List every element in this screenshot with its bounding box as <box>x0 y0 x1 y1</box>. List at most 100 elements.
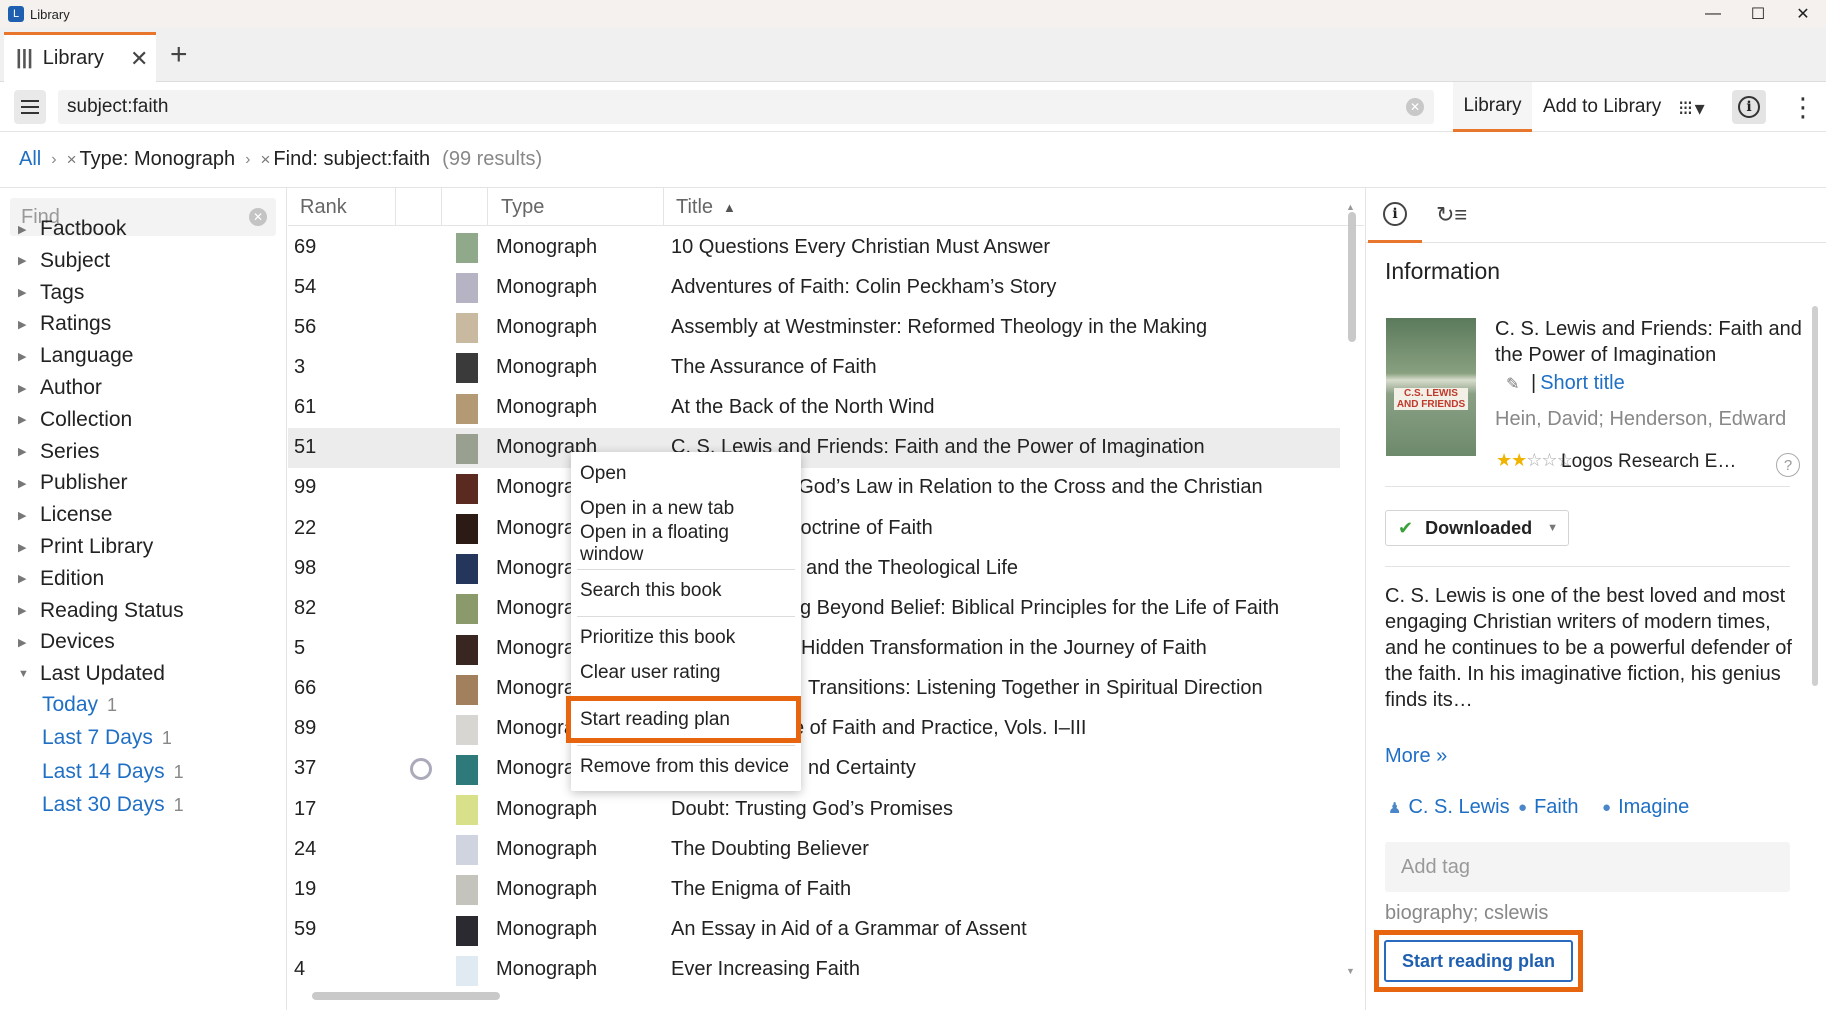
close-tab-icon[interactable]: ✕ <box>130 46 148 72</box>
last-updated-option[interactable]: Last 14 Days 1 <box>42 760 184 784</box>
pencil-edit-icon[interactable]: ✎ <box>1506 374 1519 394</box>
book-cover-image[interactable]: C.S. LEWIS AND FRIENDS <box>1386 318 1476 456</box>
table-row[interactable]: 69 Monograph 10 Questions Every Christian … <box>288 227 1340 267</box>
star-icon[interactable]: ★ <box>1511 450 1527 470</box>
menu-item-open[interactable]: Open <box>577 458 795 490</box>
more-link[interactable]: More » <box>1385 745 1447 768</box>
hamburger-menu-button[interactable] <box>14 90 46 124</box>
facet-collection[interactable]: ▶ Collection <box>0 405 132 435</box>
table-row[interactable]: 56 Monograph Assembly at Westminster: Refo… <box>288 307 1340 347</box>
menu-item-prioritize[interactable]: Prioritize this book <box>577 622 795 654</box>
column-header-title[interactable]: Title ▲ <box>664 188 844 226</box>
facet-edition[interactable]: ▶ Edition <box>0 564 104 594</box>
table-row[interactable]: 54 Monograph Adventures of Faith: Colin Pe… <box>288 267 1340 307</box>
table-row[interactable]: 17 Monograph Doubt: Trusting God’s Promise… <box>288 789 1340 829</box>
table-row[interactable]: 4 Monograph Ever Increasing Faith <box>288 950 1340 990</box>
facet-reading-status[interactable]: ▶ Reading Status <box>0 596 184 626</box>
facet-subject[interactable]: ▶ Subject <box>0 246 110 276</box>
star-icon[interactable]: ☆ <box>1541 450 1557 470</box>
table-row[interactable]: 24 Monograph The Doubting Believer <box>288 829 1340 869</box>
breadcrumb-find[interactable]: Find: subject:faith <box>273 148 430 171</box>
cell-rank: 56 <box>294 315 317 338</box>
book-cover-thumbnail <box>456 594 478 625</box>
table-row[interactable]: 37 Monograph nd Certainty <box>288 749 1340 789</box>
book-cover-thumbnail <box>456 754 478 785</box>
table-row[interactable]: 82 Monograph g Beyond Belief: Biblical Pri… <box>288 588 1340 628</box>
star-icon[interactable]: ★ <box>1496 450 1512 470</box>
table-row[interactable]: 61 Monograph At the Back of the North Wind <box>288 388 1340 428</box>
facet-factbook[interactable]: ▶ Factbook <box>0 214 126 244</box>
column-header-blank1[interactable] <box>396 188 442 226</box>
table-row[interactable]: 66 Monograph Transitions: Listening Togeth… <box>288 669 1340 709</box>
tab-library[interactable]: ||| Library ✕ <box>4 32 156 82</box>
table-row[interactable]: 3 Monograph The Assurance of Faith <box>288 347 1340 387</box>
book-cover-thumbnail <box>456 835 478 866</box>
tab-library-view[interactable]: Library <box>1453 82 1532 132</box>
breadcrumb-type[interactable]: Type: Monograph <box>80 148 236 171</box>
table-row[interactable]: 89 Monograph e of Faith and Practice, Vols… <box>288 709 1340 749</box>
menu-item-search-book[interactable]: Search this book <box>577 575 795 607</box>
info-panel-scrollbar[interactable] <box>1812 306 1818 686</box>
facet-label: Publisher <box>40 471 128 495</box>
triangle-right-icon: ▶ <box>18 477 27 490</box>
more-options-icon[interactable]: ⋮ <box>1790 94 1816 120</box>
menu-item-clear-rating[interactable]: Clear user rating <box>577 657 795 689</box>
short-title-link[interactable]: | Short title <box>1531 372 1625 395</box>
table-row[interactable]: 99 Monograph d: God’s Law in Relation to t… <box>288 468 1340 508</box>
table-vertical-scrollbar[interactable] <box>1348 212 1356 342</box>
facet-language[interactable]: ▶ Language <box>0 341 133 371</box>
last-updated-option[interactable]: Today 1 <box>42 693 117 717</box>
facet-publisher[interactable]: ▶ Publisher <box>0 468 128 498</box>
scroll-down-icon[interactable]: ▼ <box>1346 966 1355 976</box>
breadcrumb-all[interactable]: All <box>19 148 41 171</box>
tab-information[interactable]: i <box>1368 188 1422 243</box>
column-header-cover[interactable] <box>442 188 488 226</box>
topic-faith-link[interactable]: ● Faith <box>1518 796 1579 819</box>
remove-filter-icon[interactable]: × <box>260 150 270 170</box>
add-tag-input[interactable]: Add tag <box>1385 842 1790 892</box>
facet-series[interactable]: ▶ Series <box>0 437 100 467</box>
facet-ratings[interactable]: ▶ Ratings <box>0 309 111 339</box>
remove-filter-icon[interactable]: × <box>67 150 77 170</box>
menu-item-open-floating[interactable]: Open in a floating window <box>577 522 795 565</box>
minimize-button[interactable]: — <box>1690 0 1736 28</box>
table-row[interactable]: 22 Monograph Doctrine of Faith <box>288 508 1340 548</box>
new-tab-button[interactable]: + <box>170 38 188 72</box>
last-updated-option[interactable]: Last 30 Days 1 <box>42 793 184 817</box>
facet-author[interactable]: ▶ Author <box>0 373 102 403</box>
table-row[interactable]: 51 Monograph C. S. Lewis and Friends: Fait… <box>288 427 1340 468</box>
tab-add-to-library[interactable]: Add to Library <box>1543 82 1661 132</box>
library-search-input[interactable]: subject:faith ✕ <box>58 90 1434 124</box>
facet-devices[interactable]: ▶ Devices <box>0 627 115 657</box>
option-label: Last 7 Days <box>42 726 153 750</box>
help-question-icon[interactable]: ? <box>1776 453 1800 477</box>
column-header-rank[interactable]: Rank <box>288 188 396 226</box>
menu-item-open-new-tab[interactable]: Open in a new tab <box>577 493 795 525</box>
reading-plan-tab-icon[interactable]: ↻≡ <box>1436 202 1467 228</box>
facet-last-updated[interactable]: ▼ Last Updated <box>0 659 165 689</box>
close-window-button[interactable]: ✕ <box>1780 0 1826 28</box>
clear-find-icon[interactable]: ✕ <box>249 208 267 226</box>
topic-imagine-link[interactable]: ● Imagine <box>1602 796 1689 819</box>
maximize-button[interactable]: ☐ <box>1735 0 1781 28</box>
table-row[interactable]: 98 Monograph and the Theological Life <box>288 548 1340 588</box>
column-header-type[interactable]: Type <box>488 188 664 226</box>
table-row[interactable]: 5 Monograph Hidden Transformation in the J… <box>288 629 1340 669</box>
table-row[interactable]: 19 Monograph The Enigma of Faith <box>288 869 1340 909</box>
facet-print-library[interactable]: ▶ Print Library <box>0 532 153 562</box>
option-label: Today <box>42 693 99 716</box>
clear-search-icon[interactable]: ✕ <box>1406 98 1424 116</box>
view-grid-icon[interactable]: ⁝⁝⁝ ▾ <box>1678 96 1705 121</box>
star-icon[interactable]: ☆ <box>1526 450 1542 470</box>
menu-item-remove-device[interactable]: Remove from this device <box>577 751 795 783</box>
last-updated-option[interactable]: Last 7 Days 1 <box>42 726 172 750</box>
facet-tags[interactable]: ▶ Tags <box>0 278 84 308</box>
start-reading-plan-button[interactable]: Start reading plan <box>1384 940 1573 982</box>
facet-license[interactable]: ▶ License <box>0 500 112 530</box>
info-panel-button[interactable]: i <box>1732 90 1766 124</box>
topic-person-link[interactable]: ♟ C. S. Lewis <box>1388 796 1510 819</box>
download-status-dropdown[interactable]: ✔ Downloaded ▼ <box>1385 510 1569 546</box>
scroll-up-icon[interactable]: ▲ <box>1346 202 1355 212</box>
table-row[interactable]: 59 Monograph An Essay in Aid of a Grammar … <box>288 910 1340 950</box>
table-horizontal-scrollbar[interactable] <box>312 992 500 1000</box>
